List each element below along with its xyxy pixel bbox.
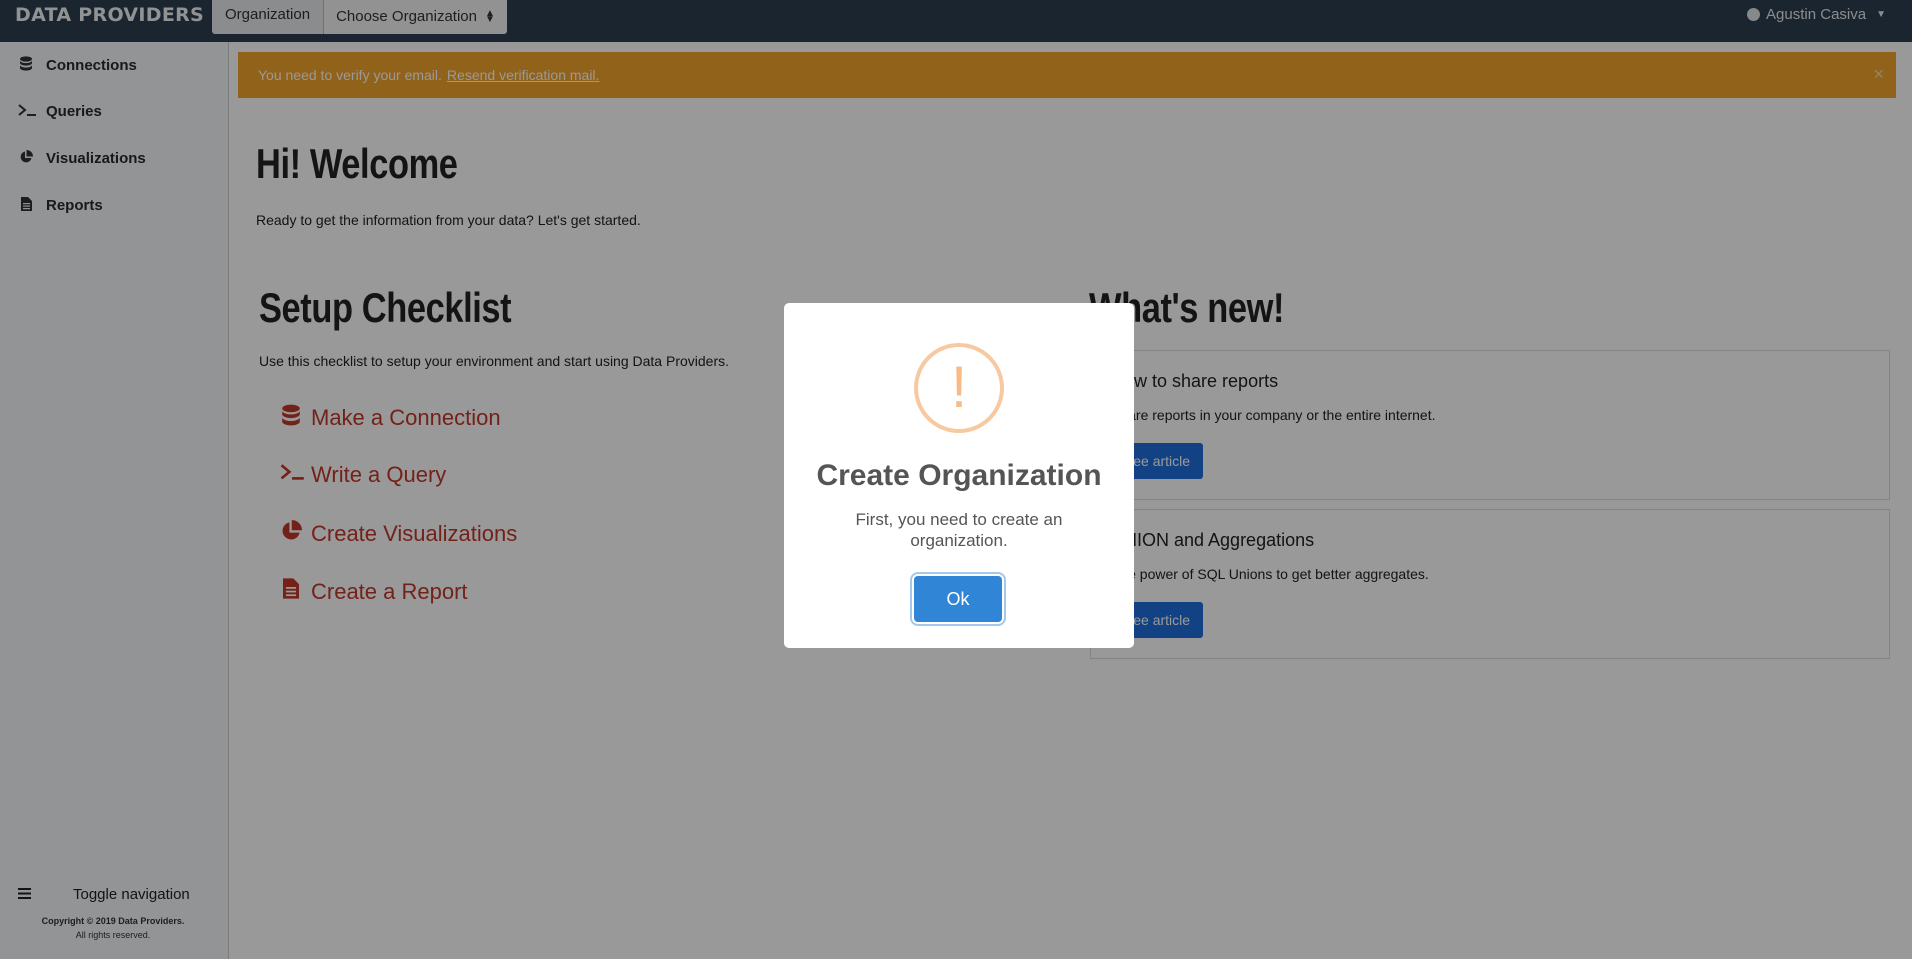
- modal-text: First, you need to create an organizatio…: [855, 510, 1063, 550]
- warning-icon: !: [914, 343, 1004, 433]
- create-organization-modal: ! Create Organization First, you need to…: [784, 303, 1134, 648]
- modal-title: Create Organization: [816, 459, 1102, 492]
- ok-button[interactable]: Ok: [914, 576, 1002, 622]
